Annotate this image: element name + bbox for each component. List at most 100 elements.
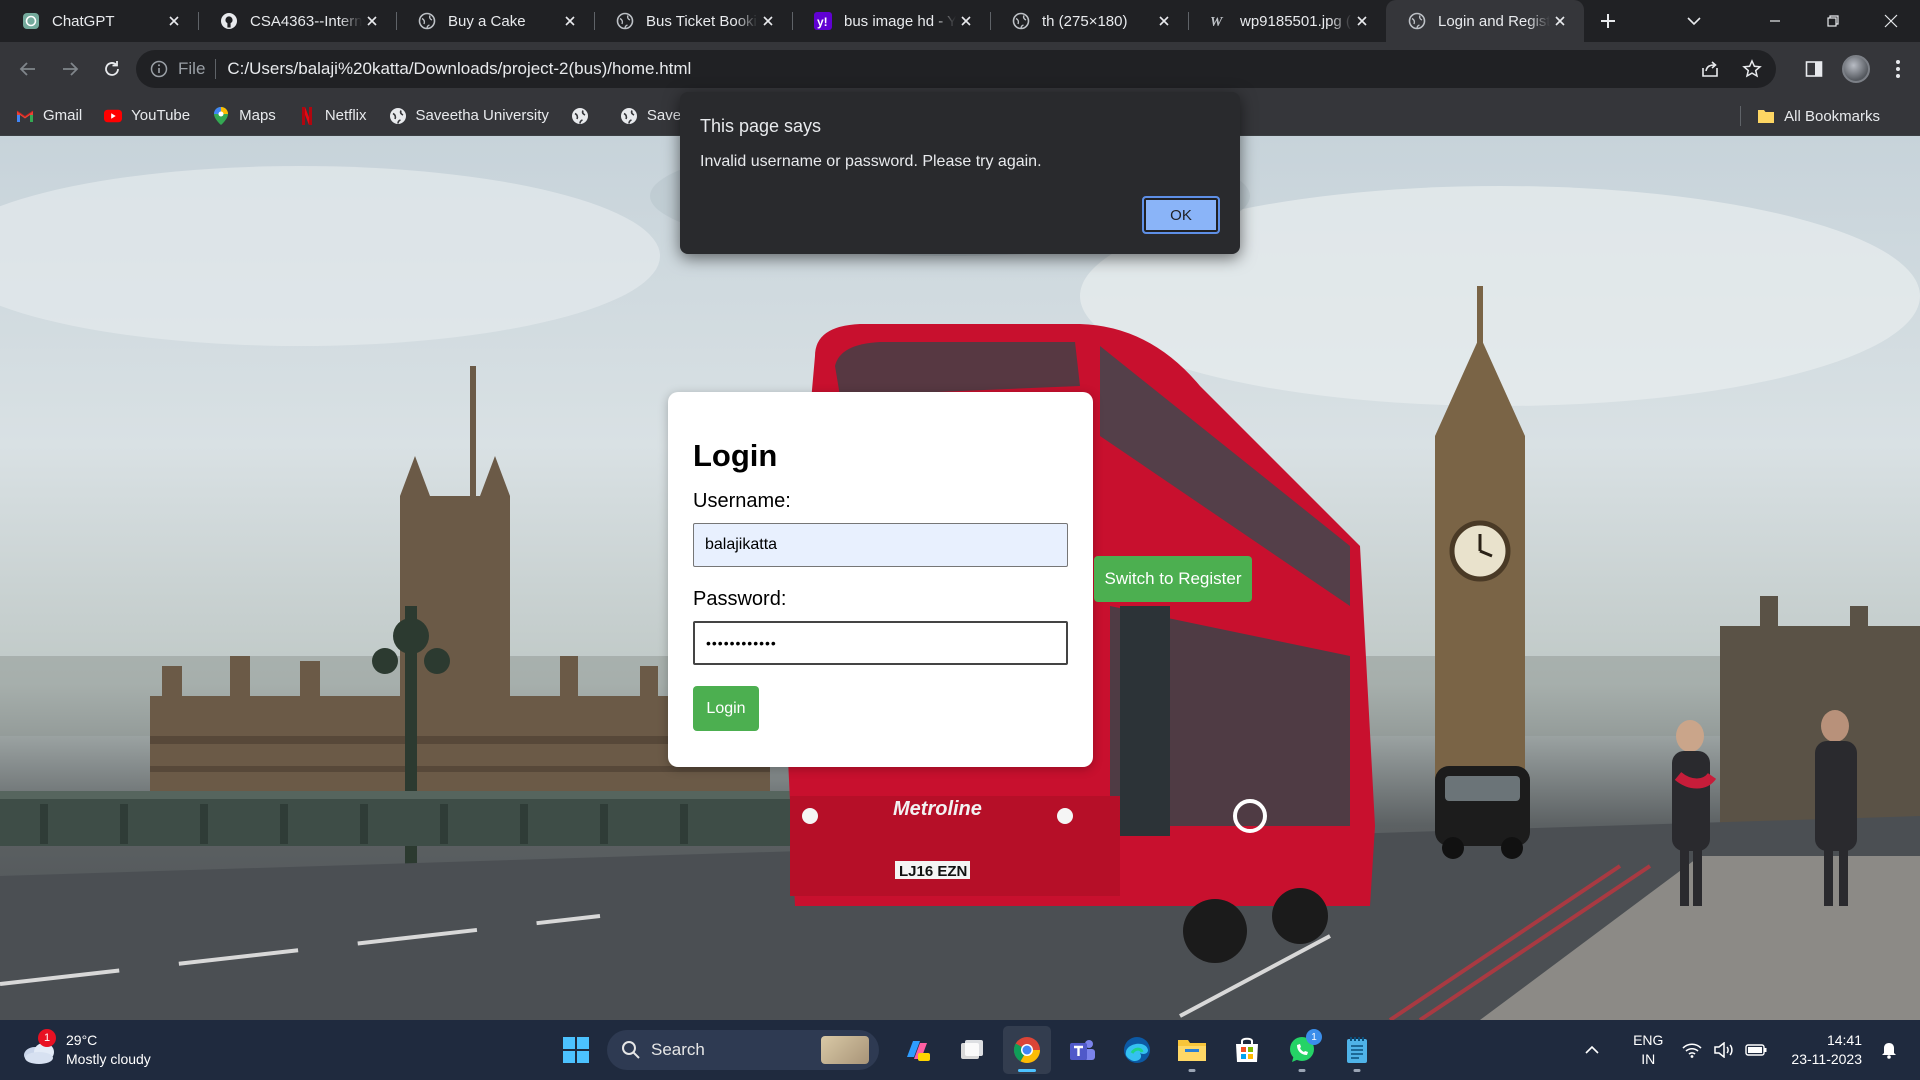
username-input[interactable]: balajikatta: [693, 523, 1068, 567]
taskbar-copilot[interactable]: [893, 1026, 941, 1074]
battery-status[interactable]: [1743, 1044, 1769, 1056]
address-separator: [215, 59, 217, 79]
taskbar-chrome[interactable]: [1003, 1026, 1051, 1074]
weather-badge: 1: [38, 1029, 56, 1047]
running-indicator: [1353, 1069, 1361, 1072]
wifi-status[interactable]: [1679, 1042, 1705, 1058]
bookmark-label: Gmail: [43, 107, 83, 124]
side-panel-button[interactable]: [1794, 49, 1834, 89]
profile-button[interactable]: [1836, 49, 1876, 89]
tab-github-csa4363[interactable]: CSA4363--Internet Programming: [198, 0, 396, 42]
bookmark-netflix[interactable]: Netflix: [298, 106, 367, 125]
reload-icon: [105, 61, 119, 76]
restore-button[interactable]: [1804, 0, 1862, 42]
taskbar-search[interactable]: Search: [607, 1030, 879, 1070]
tab-chatgpt[interactable]: ChatGPT: [0, 0, 198, 42]
forward-button[interactable]: [50, 49, 90, 89]
netflix-icon: [298, 106, 316, 125]
tab-search-button[interactable]: [1666, 0, 1722, 42]
reload-button[interactable]: [92, 49, 132, 89]
close-tab-icon[interactable]: [1550, 11, 1570, 31]
start-button[interactable]: [552, 1026, 600, 1074]
weather-widget[interactable]: 1 29°C Mostly cloudy: [22, 1028, 151, 1072]
chrome-menu-button[interactable]: [1878, 49, 1918, 89]
minimize-button[interactable]: [1746, 0, 1804, 42]
bookmark-maps[interactable]: Maps: [212, 106, 276, 125]
bookmark-label: Maps: [239, 107, 276, 124]
volume-status[interactable]: [1711, 1042, 1737, 1058]
new-tab-button[interactable]: [1588, 0, 1628, 42]
password-input[interactable]: ••••••••••••: [693, 621, 1068, 665]
tab-yahoo-bus-image[interactable]: y! bus image hd - Yahoo: [792, 0, 990, 42]
bus-plate-text: LJ16 EZN: [899, 863, 967, 880]
side-panel-icon: [1805, 61, 1823, 77]
notifications-button[interactable]: [1876, 1041, 1902, 1059]
page-viewport: Metroline LJ16 EZN Login Username: balaj…: [0, 136, 1920, 1020]
taskbar-microsoft-store[interactable]: [1223, 1026, 1271, 1074]
all-bookmarks-button[interactable]: All Bookmarks: [1740, 96, 1880, 136]
clock[interactable]: 14:41 23-11-2023: [1791, 1031, 1862, 1069]
taskbar-task-view[interactable]: [948, 1026, 996, 1074]
weather-condition: Mostly cloudy: [66, 1051, 151, 1067]
tray-overflow-button[interactable]: [1579, 1045, 1605, 1055]
close-tab-icon[interactable]: [956, 11, 976, 31]
close-window-button[interactable]: [1862, 0, 1920, 42]
tab-buy-a-cake[interactable]: Buy a Cake: [396, 0, 594, 42]
bookmark-youtube[interactable]: YouTube: [104, 107, 190, 125]
forward-arrow-icon: [63, 62, 79, 76]
share-icon[interactable]: [1700, 59, 1720, 79]
back-arrow-icon: [19, 62, 35, 76]
region-code: IN: [1641, 1051, 1656, 1067]
tab-strip: ChatGPT CSA4363--Internet Programming Bu…: [0, 0, 1920, 42]
address-bar[interactable]: File C:/Users/balaji%20katta/Downloads/p…: [136, 50, 1776, 88]
taskbar-whatsapp[interactable]: 1: [1278, 1026, 1326, 1074]
bookmark-label: Saveetha University: [415, 107, 549, 124]
address-scheme: File: [178, 59, 206, 78]
close-tab-icon[interactable]: [560, 11, 580, 31]
address-actions: [1700, 50, 1762, 88]
password-label: Password:: [693, 588, 787, 610]
login-button[interactable]: Login: [693, 686, 759, 731]
maps-icon: [212, 106, 230, 125]
globe-icon: [620, 107, 638, 125]
tab-th-image[interactable]: th (275×180): [990, 0, 1188, 42]
bookmark-saveetha-university[interactable]: Saveetha University: [389, 107, 549, 125]
bell-icon: [1882, 1043, 1896, 1059]
folder-icon: [1757, 107, 1775, 125]
active-indicator: [1018, 1069, 1036, 1072]
youtube-icon: [104, 107, 123, 125]
search-highlight-image: [821, 1036, 869, 1064]
tab-wallpaper-jpg[interactable]: W wp9185501.jpg (: [1188, 0, 1386, 42]
bookmark-label: YouTube: [131, 107, 191, 124]
bookmark-unnamed[interactable]: [571, 107, 598, 125]
info-icon[interactable]: [150, 60, 168, 78]
close-tab-icon[interactable]: [1154, 11, 1174, 31]
folder-icon: [1178, 1040, 1206, 1061]
chevron-down-icon: [1687, 17, 1701, 26]
close-tab-icon[interactable]: [362, 11, 382, 31]
whatsapp-badge: 1: [1306, 1029, 1322, 1045]
bookmark-star-icon[interactable]: [1742, 59, 1762, 79]
taskbar-file-explorer[interactable]: [1168, 1026, 1216, 1074]
taskbar-edge[interactable]: [1113, 1026, 1161, 1074]
close-tab-icon[interactable]: [758, 11, 778, 31]
alert-ok-button[interactable]: OK: [1142, 196, 1220, 234]
globe-icon: [1408, 12, 1426, 30]
back-button[interactable]: [8, 49, 48, 89]
tab-login-and-register[interactable]: Login and Register: [1386, 0, 1584, 42]
windows-logo-icon: [563, 1037, 589, 1063]
tab-bus-ticket-booking[interactable]: Bus Ticket Booking: [594, 0, 792, 42]
temperature: 29°C: [66, 1032, 98, 1048]
close-tab-icon[interactable]: [164, 11, 184, 31]
bookmark-gmail[interactable]: Gmail: [16, 107, 82, 125]
toolbar-right: [1794, 42, 1920, 96]
taskbar-notepad[interactable]: [1333, 1026, 1381, 1074]
close-icon: [1884, 14, 1898, 28]
input-language-indicator[interactable]: ENG IN: [1633, 1031, 1663, 1069]
login-card: Login Username: balajikatta Password: ••…: [668, 392, 1093, 767]
plus-icon: [1601, 14, 1615, 28]
switch-to-register-button[interactable]: Switch to Register: [1094, 556, 1252, 602]
close-tab-icon[interactable]: [1352, 11, 1372, 31]
taskbar-teams[interactable]: [1058, 1026, 1106, 1074]
bookmark-label: Netflix: [324, 107, 367, 124]
